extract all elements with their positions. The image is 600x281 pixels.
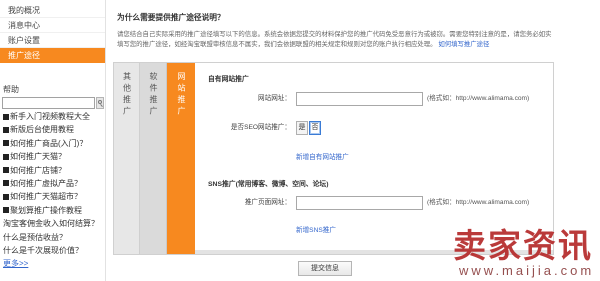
square-bullet-icon: [3, 126, 9, 133]
website-promotion-panel: 自有网站推广 网站网址： (格式如：http://www.alimama.com…: [195, 63, 553, 250]
site-url-label: 网站网址：: [258, 95, 291, 102]
help-link-cpm-value[interactable]: 什么是千次展现价值？: [3, 244, 104, 257]
main-content: 为什么需要提供推广途径说明？ 请您结合自己实际采用的推广途径填写以下的信息。系统…: [107, 0, 600, 281]
square-bullet-icon: [3, 167, 9, 174]
how-to-fill-link[interactable]: 如何填写推广途径: [438, 41, 489, 48]
own-site-heading: 自有网站推广: [208, 76, 249, 83]
tab-label: 其他推广: [122, 72, 132, 118]
sidebar-item-overview[interactable]: 我的概况: [0, 3, 105, 18]
sidebar-item-messages[interactable]: 消息中心: [0, 18, 105, 33]
help-link-new-backend-tutorial[interactable]: 新版后台使用教程: [3, 123, 104, 136]
help-link-label: 新版后台使用教程: [10, 125, 74, 135]
help-link-promote-products[interactable]: 如何推广商品(入门)？: [3, 137, 104, 150]
square-bullet-icon: [3, 140, 9, 147]
help-link-label: 如何推广天猫超市？: [10, 192, 82, 202]
tab-software-promotion[interactable]: 软件推广: [140, 63, 167, 254]
help-link-commission-settlement[interactable]: 淘宝客佣金收入如何结算？: [3, 217, 104, 230]
help-link-label: 聚划算推广操作教程: [10, 205, 82, 215]
page-title: 为什么需要提供推广途径说明？: [117, 13, 225, 22]
tab-website-promotion[interactable]: 网站推广: [167, 63, 195, 254]
sidebar-item-account-settings[interactable]: 账户设置: [0, 33, 105, 48]
help-more-item: 更多>>: [3, 257, 104, 270]
square-bullet-icon: [3, 113, 9, 120]
help-list: 新手入门视频教程大全 新版后台使用教程 如何推广商品(入门)？ 如何推广天猫？ …: [3, 110, 104, 271]
help-link-label: 如何推广商品(入门)？: [10, 138, 88, 148]
sns-url-format-hint: (格式如：http://www.alimama.com): [427, 199, 530, 206]
search-icon-handle: [100, 104, 103, 107]
help-link-label: 如何推广店铺？: [10, 165, 66, 175]
help-link-estimated-earnings[interactable]: 什么是预估收益？: [3, 231, 104, 244]
site-url-format-hint: (格式如：http://www.alimama.com): [427, 95, 530, 102]
tab-other-promotion[interactable]: 其他推广: [114, 63, 140, 254]
add-sns-link[interactable]: 新增SNS推广: [296, 226, 336, 236]
help-link-label: 淘宝客佣金收入如何结算？: [3, 219, 99, 229]
sns-url-label: 推广页面网址：: [244, 199, 291, 206]
help-more-link[interactable]: 更多>>: [3, 259, 28, 268]
site-url-input[interactable]: [296, 92, 423, 106]
sns-heading: SNS推广(常用博客、微博、空间、论坛): [208, 181, 329, 188]
help-link-label: 如何推广虚拟产品？: [10, 178, 82, 188]
seo-label: 是否SEO网站推广：: [230, 124, 291, 131]
seo-no-option[interactable]: 否: [309, 121, 321, 135]
help-link-juhuasuan-tutorial[interactable]: 聚划算推广操作教程: [3, 204, 104, 217]
promotion-form-box: 其他推广 软件推广 网站推广 自有网站推广 网站网址： (格式如：http://…: [113, 62, 554, 255]
square-bullet-icon: [3, 193, 9, 200]
intro-paragraph: 请您结合自己实际采用的推广途径填写以下的信息。系统会依据您提交的材料保护您的推广…: [117, 30, 555, 50]
submit-button[interactable]: 提交信息: [298, 261, 352, 276]
sns-url-input[interactable]: [296, 196, 423, 210]
help-link-label: 什么是千次展现价值？: [3, 245, 83, 255]
sidebar-nav: 我的概况 消息中心 账户设置 推广途径: [0, 3, 105, 63]
sidebar-item-promotion-paths[interactable]: 推广途径: [0, 48, 105, 63]
help-search-input[interactable]: [2, 97, 95, 109]
add-own-site-link[interactable]: 新增自有网站推广: [296, 153, 349, 163]
help-link-label: 什么是预估收益？: [3, 232, 67, 242]
help-link-promote-shops[interactable]: 如何推广店铺？: [3, 164, 104, 177]
help-title: 帮助: [3, 85, 19, 94]
help-search-button[interactable]: [96, 97, 104, 109]
help-link-promote-virtual-products[interactable]: 如何推广虚拟产品？: [3, 177, 104, 190]
sidebar: 我的概况 消息中心 账户设置 推广途径 帮助 新手入门视频教程大全 新版后台使用…: [0, 0, 106, 281]
help-link-promote-tmall-supermarket[interactable]: 如何推广天猫超市？: [3, 190, 104, 203]
tab-label: 软件推广: [149, 72, 158, 118]
help-link-newbie-video-tutorials[interactable]: 新手入门视频教程大全: [3, 110, 104, 123]
square-bullet-icon: [3, 207, 9, 214]
square-bullet-icon: [3, 180, 9, 187]
square-bullet-icon: [3, 153, 9, 160]
help-link-label: 如何推广天猫？: [10, 152, 66, 162]
help-link-label: 新手入门视频教程大全: [10, 112, 90, 121]
seo-yes-option[interactable]: 是: [296, 121, 308, 135]
tab-label: 网站推广: [177, 72, 186, 118]
help-link-promote-tmall[interactable]: 如何推广天猫？: [3, 150, 104, 163]
